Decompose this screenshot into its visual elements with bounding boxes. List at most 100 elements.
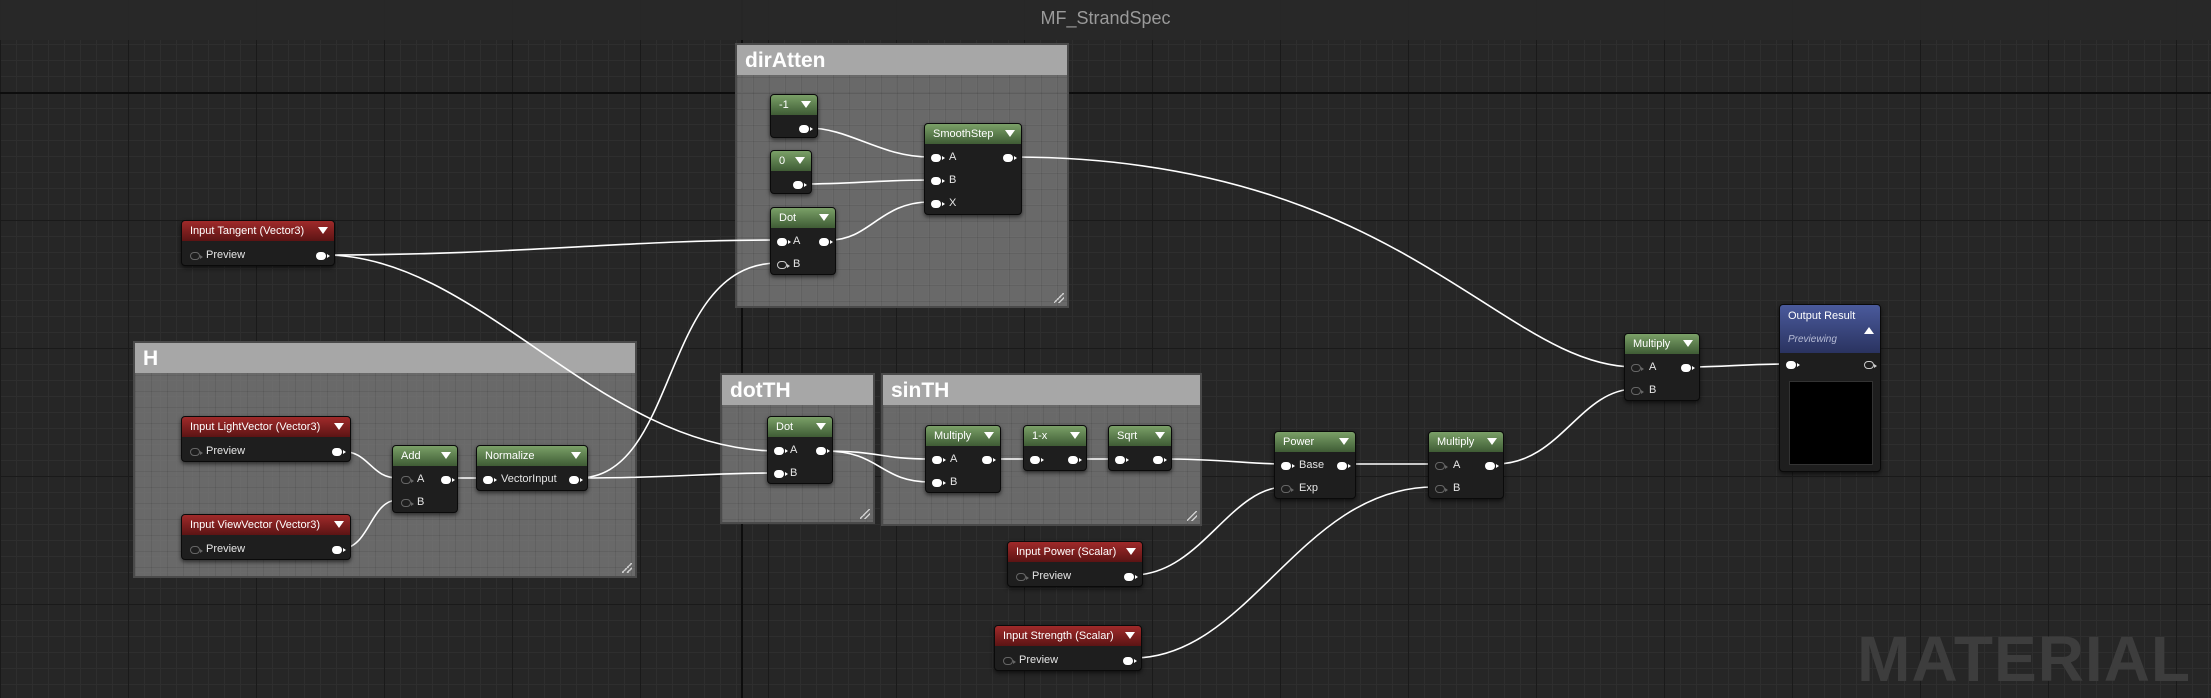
output-pin[interactable] <box>1337 462 1351 470</box>
preview-toggle-pin[interactable] <box>1016 573 1029 581</box>
normalize-node[interactable]: Normalize VectorInput <box>476 445 588 491</box>
collapse-arrow-icon[interactable] <box>1125 632 1135 639</box>
add-node[interactable]: Add A B <box>392 445 458 513</box>
constant-node-neg1[interactable]: -1 <box>770 94 818 138</box>
output-pin[interactable] <box>1003 154 1017 162</box>
input-pin-a[interactable] <box>777 238 791 246</box>
collapse-arrow-icon[interactable] <box>1683 340 1693 347</box>
collapse-arrow-icon[interactable] <box>334 423 344 430</box>
output-pin[interactable] <box>332 546 346 554</box>
output-pin[interactable] <box>1153 456 1167 464</box>
dot-node-diratten[interactable]: Dot A B <box>770 207 836 275</box>
node-header[interactable]: Sqrt <box>1109 426 1171 446</box>
collapse-arrow-icon[interactable] <box>1126 548 1136 555</box>
material-graph-canvas[interactable]: dirAtten H dotTH sinTH -1 0 Dot A B Smoo… <box>0 0 2211 698</box>
input-pin-b[interactable] <box>777 261 790 269</box>
node-header[interactable]: Input ViewVector (Vector3) <box>182 515 350 535</box>
input-pin[interactable] <box>1115 456 1129 464</box>
dot-node-dotth[interactable]: Dot A B <box>767 416 833 484</box>
multiply-node-strength[interactable]: Multiply A B <box>1428 431 1504 499</box>
node-header[interactable]: 0 <box>771 151 811 171</box>
input-tangent-node[interactable]: Input Tangent (Vector3) Preview <box>181 220 335 266</box>
input-pin-exp[interactable] <box>1281 485 1294 493</box>
output-pin[interactable] <box>332 448 346 456</box>
collapse-arrow-icon[interactable] <box>441 452 451 459</box>
output-pin[interactable] <box>1124 573 1138 581</box>
multiply-node-sinth[interactable]: Multiply A B <box>925 425 1001 493</box>
collapse-arrow-icon[interactable] <box>984 432 994 439</box>
node-header[interactable]: Input Strength (Scalar) <box>995 626 1141 646</box>
preview-toggle-pin[interactable] <box>190 252 203 260</box>
power-node[interactable]: Power Base Exp <box>1274 431 1356 499</box>
node-header[interactable]: Multiply <box>926 426 1000 446</box>
output-pin[interactable] <box>793 181 807 189</box>
collapse-arrow-icon[interactable] <box>1070 432 1080 439</box>
collapse-arrow-icon[interactable] <box>795 157 805 164</box>
output-pin[interactable] <box>316 252 330 260</box>
input-pin-a[interactable] <box>931 154 945 162</box>
input-strength-node[interactable]: Input Strength (Scalar) Preview <box>994 625 1142 671</box>
node-header[interactable]: Output Result Previewing <box>1780 305 1880 353</box>
input-pin[interactable] <box>1786 361 1800 369</box>
input-pin-a[interactable] <box>401 476 414 484</box>
output-pin[interactable] <box>1864 361 1877 369</box>
node-header[interactable]: Multiply <box>1429 432 1503 452</box>
smoothstep-node[interactable]: SmoothStep A B X <box>924 123 1022 215</box>
collapse-arrow-icon[interactable] <box>816 423 826 430</box>
preview-toggle-pin[interactable] <box>190 546 203 554</box>
node-header[interactable]: Add <box>393 446 457 466</box>
input-power-node[interactable]: Input Power (Scalar) Preview <box>1007 541 1143 587</box>
input-pin-a[interactable] <box>1631 364 1644 372</box>
collapse-arrow-icon[interactable] <box>1864 327 1874 334</box>
multiply-node-final[interactable]: Multiply A B <box>1624 333 1700 401</box>
preview-toggle-pin[interactable] <box>190 448 203 456</box>
constant-node-0[interactable]: 0 <box>770 150 812 194</box>
preview-thumbnail[interactable] <box>1789 381 1873 465</box>
output-pin[interactable] <box>799 125 813 133</box>
output-pin[interactable] <box>1681 364 1695 372</box>
node-header[interactable]: Input Power (Scalar) <box>1008 542 1142 562</box>
one-minus-node[interactable]: 1-x <box>1023 425 1087 471</box>
input-pin-b[interactable] <box>932 479 946 487</box>
input-pin-b[interactable] <box>774 470 788 478</box>
collapse-arrow-icon[interactable] <box>318 227 328 234</box>
output-result-node[interactable]: Output Result Previewing <box>1779 304 1881 472</box>
node-header[interactable]: 1-x <box>1024 426 1086 446</box>
collapse-arrow-icon[interactable] <box>334 521 344 528</box>
collapse-arrow-icon[interactable] <box>1487 438 1497 445</box>
collapse-arrow-icon[interactable] <box>1005 130 1015 137</box>
input-pin-b[interactable] <box>931 177 945 185</box>
sqrt-node[interactable]: Sqrt <box>1108 425 1172 471</box>
input-pin-base[interactable] <box>1281 462 1295 470</box>
collapse-arrow-icon[interactable] <box>1339 438 1349 445</box>
output-pin[interactable] <box>1485 462 1499 470</box>
input-pin[interactable] <box>1030 456 1044 464</box>
collapse-arrow-icon[interactable] <box>819 214 829 221</box>
input-pin-x[interactable] <box>931 200 945 208</box>
output-pin[interactable] <box>819 238 833 246</box>
node-header[interactable]: SmoothStep <box>925 124 1021 144</box>
output-pin[interactable] <box>816 447 830 455</box>
node-header[interactable]: Power <box>1275 432 1355 452</box>
node-header[interactable]: Multiply <box>1625 334 1699 354</box>
input-pin-vectorinput[interactable] <box>483 476 497 484</box>
input-pin-a[interactable] <box>1435 462 1448 470</box>
input-lightvector-node[interactable]: Input LightVector (Vector3) Preview <box>181 416 351 462</box>
input-pin-b[interactable] <box>401 499 414 507</box>
collapse-arrow-icon[interactable] <box>1155 432 1165 439</box>
collapse-arrow-icon[interactable] <box>801 101 811 108</box>
input-pin-a[interactable] <box>774 447 788 455</box>
output-pin[interactable] <box>1068 456 1082 464</box>
output-pin[interactable] <box>569 476 583 484</box>
output-pin[interactable] <box>1123 657 1137 665</box>
node-header[interactable]: Dot <box>771 208 835 228</box>
node-header[interactable]: Dot <box>768 417 832 437</box>
input-pin-b[interactable] <box>1435 485 1448 493</box>
node-header[interactable]: -1 <box>771 95 817 115</box>
output-pin[interactable] <box>982 456 996 464</box>
input-pin-b[interactable] <box>1631 387 1644 395</box>
preview-toggle-pin[interactable] <box>1003 657 1016 665</box>
input-pin-a[interactable] <box>932 456 946 464</box>
node-header[interactable]: Input Tangent (Vector3) <box>182 221 334 241</box>
node-header[interactable]: Input LightVector (Vector3) <box>182 417 350 437</box>
